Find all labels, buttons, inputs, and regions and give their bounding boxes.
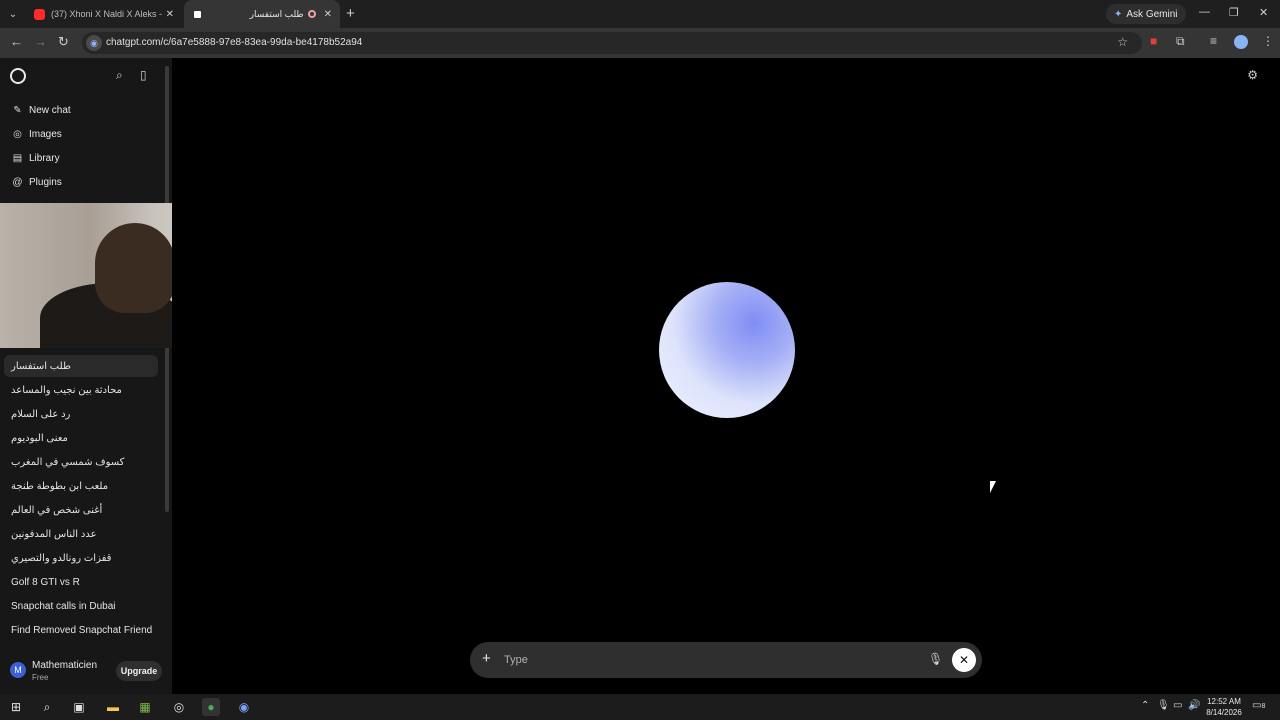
mouse-cursor (990, 481, 996, 493)
sidebar-item-label: New chat (29, 104, 71, 116)
chat-item[interactable]: طلب استفسار (4, 355, 158, 377)
app-icon[interactable]: ◉ (235, 698, 253, 716)
media-controls-icon[interactable]: ≡ (1210, 34, 1217, 48)
composer: + 🎙 ✕ (470, 642, 982, 678)
url-text[interactable]: chatgpt.com/c/6a7e5888-97e8-83ea-99da-be… (106, 37, 362, 48)
close-icon[interactable]: ✕ (324, 9, 332, 20)
upgrade-button[interactable]: Upgrade (116, 661, 162, 681)
minimize-icon[interactable]: — (1199, 6, 1210, 18)
notifications-icon[interactable]: ▭8 (1252, 700, 1265, 711)
tab-youtube[interactable]: (37) Xhoni X Naldi X Aleks - Pa ✕ (26, 0, 182, 28)
settings-sliders-icon[interactable]: ⚙ (1247, 68, 1258, 82)
chatgpt-app-icon[interactable]: ◎ (170, 698, 188, 716)
back-arrow-icon[interactable]: ← (10, 34, 23, 49)
search-icon[interactable]: ⌕ (38, 698, 56, 716)
sidebar-item-plugins[interactable]: @ Plugins (0, 171, 160, 193)
sidebar-toggle-icon[interactable]: ▯ (140, 68, 147, 82)
ask-gemini-button[interactable]: ✦ Ask Gemini (1106, 4, 1186, 24)
chat-item[interactable]: معنى البوديوم (4, 427, 158, 449)
chat-item[interactable]: محادثة بين نجيب والمساعد (4, 379, 158, 401)
time: 12:52 AM (1207, 697, 1241, 706)
tab-title: (37) Xhoni X Naldi X Aleks - Pa (51, 9, 162, 19)
microphone-icon[interactable]: 🎙 (1157, 700, 1170, 711)
sidebar-item-label: Library (29, 152, 60, 164)
chrome-icon[interactable]: ● (202, 698, 220, 716)
file-explorer-icon[interactable]: ▬ (104, 698, 122, 716)
sidebar-item-new-chat[interactable]: ✎ New chat (0, 99, 160, 121)
webcam-person-head (95, 223, 175, 313)
tab-chatgpt[interactable]: طلب استفسار ✕ (184, 0, 340, 28)
add-attachment-plus-icon[interactable]: + (482, 650, 491, 667)
user-name: Mathematicien (32, 660, 98, 671)
library-icon: ▤ (12, 152, 23, 164)
voice-orb (659, 282, 795, 418)
mic-muted-icon[interactable]: 🎙 (928, 652, 943, 666)
plugins-icon: @ (12, 176, 23, 188)
recording-icon (307, 10, 316, 18)
chat-item[interactable]: Snapchat calls in Dubai (4, 595, 158, 617)
tab-search-chevron-icon[interactable]: ⌄ (4, 5, 22, 23)
gemini-sparkle-icon: ✦ (1114, 8, 1123, 20)
forward-arrow-icon[interactable]: → (34, 34, 47, 49)
date: 8/14/2026 (1206, 708, 1242, 717)
chatgpt-favicon-icon (192, 8, 203, 20)
sidebar-item-label: Images (29, 128, 62, 140)
taskbar-clock[interactable]: 12:52 AM 8/14/2026 (1200, 696, 1248, 718)
task-view-icon[interactable]: ▣ (70, 698, 88, 716)
network-icon[interactable]: ▭ (1173, 700, 1182, 711)
chat-item[interactable]: Find Removed Snapchat Friend (4, 619, 158, 641)
notification-count: 8 (1261, 703, 1266, 710)
search-icon[interactable]: ⌕ (116, 68, 123, 83)
user-plan: Free (32, 673, 49, 682)
browser-menu-icon[interactable]: ⋮ (1262, 34, 1274, 48)
sidebar-item-library[interactable]: ▤ Library (0, 147, 160, 169)
address-bar[interactable]: ◉ chatgpt.com/c/6a7e5888-97e8-83ea-99da-… (82, 32, 1142, 54)
chat-item[interactable]: ملعب ابن بطوطة طنجة (4, 475, 158, 497)
sidebar: ⌕ ▯ ✎ New chat ◎ Images ▤ Library @ Plug… (0, 58, 172, 694)
reload-icon[interactable]: ↻ (58, 34, 69, 50)
voice-mode-main: ⚙ + 🎙 ✕ (172, 58, 1280, 694)
store-icon[interactable]: ▦ (136, 698, 154, 716)
end-voice-button[interactable]: ✕ (952, 648, 976, 672)
message-input[interactable] (504, 651, 884, 669)
extension-icon[interactable]: ■ (1150, 34, 1157, 48)
avatar[interactable]: M (10, 662, 26, 678)
chatgpt-logo-icon[interactable] (10, 68, 26, 84)
chat-item[interactable]: عدد الناس المدفونين (4, 523, 158, 545)
bookmark-star-icon[interactable]: ☆ (1117, 35, 1128, 49)
tab-title: طلب استفسار (249, 8, 304, 19)
taskbar: ⊞ ⌕ ▣ ▬ ▦ ◎ ● ◉ ⌃ 🎙 ▭ 🔊 12:52 AM 8/14/20… (0, 694, 1280, 720)
extensions-puzzle-icon[interactable]: ⧉ (1176, 34, 1185, 49)
user-menu[interactable]: M Mathematicien Free Upgrade (0, 646, 172, 692)
close-icon[interactable]: ✕ (166, 9, 174, 20)
site-info-icon[interactable]: ◉ (86, 35, 102, 51)
profile-avatar-icon[interactable] (1234, 35, 1248, 49)
edit-icon: ✎ (13, 104, 22, 116)
chat-item[interactable]: أغنى شخص في العالم (4, 499, 158, 521)
images-icon: ◎ (13, 128, 22, 140)
browser-toolbar: ← → ↻ ◉ chatgpt.com/c/6a7e5888-97e8-83ea… (0, 28, 1280, 58)
restore-icon[interactable]: ❐ (1229, 6, 1239, 19)
chat-item[interactable]: رد على السلام (4, 403, 158, 425)
new-tab-plus-icon[interactable]: + (346, 5, 355, 22)
chat-item[interactable]: Golf 8 GTI vs R (4, 571, 158, 593)
sidebar-item-images[interactable]: ◎ Images (0, 123, 160, 145)
window-close-icon[interactable]: ✕ (1259, 6, 1268, 19)
ask-gemini-label: Ask Gemini (1126, 8, 1178, 20)
tray-chevron-up-icon[interactable]: ⌃ (1141, 700, 1149, 711)
windows-start-icon[interactable]: ⊞ (7, 698, 25, 716)
sidebar-item-label: Plugins (29, 176, 62, 188)
youtube-favicon-icon (34, 8, 45, 20)
browser-tab-strip: ⌄ (37) Xhoni X Naldi X Aleks - Pa ✕ طلب … (0, 0, 1280, 28)
volume-icon[interactable]: 🔊 (1188, 700, 1200, 711)
chat-item[interactable]: كسوف شمسي في المغرب (4, 451, 158, 473)
chat-item[interactable]: قفزات رونالدو والتصيري (4, 547, 158, 569)
